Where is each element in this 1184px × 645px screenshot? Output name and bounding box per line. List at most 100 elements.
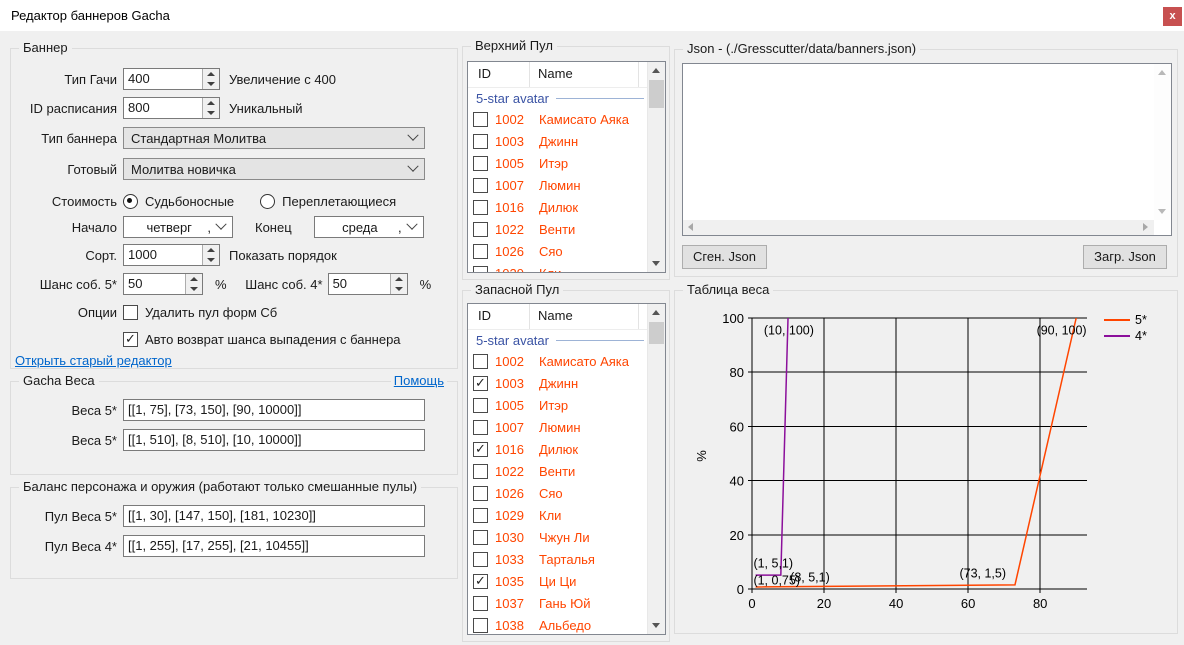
item-checkbox[interactable] — [473, 596, 488, 611]
list-item[interactable]: 1026Сяо — [468, 241, 648, 263]
item-checkbox[interactable] — [473, 618, 488, 633]
item-checkbox[interactable] — [473, 530, 488, 545]
list-item[interactable]: 1016Дилюк — [468, 439, 648, 461]
item-checkbox[interactable] — [473, 112, 488, 127]
item-name: Ци Ци — [539, 574, 576, 589]
pool-weights5-input[interactable]: [[1, 30], [147, 150], [181, 10230]] — [123, 505, 425, 527]
item-checkbox[interactable] — [473, 354, 488, 369]
auto-return-checkbox[interactable] — [123, 332, 138, 347]
item-checkbox[interactable] — [473, 156, 488, 171]
scroll-up-icon[interactable] — [648, 304, 665, 321]
spin-down-icon[interactable] — [203, 108, 219, 118]
list-item[interactable]: 1038Альбедо — [468, 615, 648, 634]
item-checkbox[interactable] — [473, 508, 488, 523]
list-item[interactable]: 1022Венти — [468, 219, 648, 241]
list-item[interactable]: 1003Джинн — [468, 373, 648, 395]
json-content[interactable] — [685, 66, 1152, 218]
list-item[interactable]: 1029Кли — [468, 263, 648, 272]
cost-radio-fate[interactable] — [123, 194, 138, 209]
gacha-type-input[interactable]: 400 — [123, 68, 220, 90]
remove-pool-checkbox[interactable] — [123, 305, 138, 320]
item-checkbox[interactable] — [473, 178, 488, 193]
pool-weights4-input[interactable]: [[1, 255], [17, 255], [21, 10455]] — [123, 535, 425, 557]
item-checkbox[interactable] — [473, 464, 488, 479]
spin-up-icon[interactable] — [391, 274, 407, 284]
banner-type-select[interactable]: Стандартная Молитва — [123, 127, 425, 149]
weights5b-input[interactable]: [[1, 510], [8, 510], [10, 10000]] — [123, 429, 425, 451]
old-editor-link[interactable]: Открыть старый редактор — [15, 353, 172, 368]
chance5-spinner[interactable] — [185, 274, 202, 294]
gacha-type-spinner[interactable] — [202, 69, 219, 89]
list-item[interactable]: 1007Люмин — [468, 417, 648, 439]
close-button[interactable]: x — [1163, 7, 1182, 26]
schedule-id-input[interactable]: 800 — [123, 97, 220, 119]
item-checkbox[interactable] — [473, 398, 488, 413]
schedule-id-spinner[interactable] — [202, 98, 219, 118]
list-item[interactable]: 1026Сяо — [468, 483, 648, 505]
list-item[interactable]: 1030Чжун Ли — [468, 527, 648, 549]
list-item[interactable]: 1033Тарталья — [468, 549, 648, 571]
list-item[interactable]: 1002Камисато Аяка — [468, 351, 648, 373]
help-link[interactable]: Помощь — [391, 373, 447, 388]
chance4-spinner[interactable] — [390, 274, 407, 294]
load-json-button[interactable]: Загр. Json — [1083, 245, 1167, 269]
sort-spinner[interactable] — [202, 245, 219, 265]
item-checkbox[interactable] — [473, 420, 488, 435]
scroll-thumb[interactable] — [649, 80, 664, 108]
scroll-left-icon[interactable] — [683, 220, 699, 235]
list-item[interactable]: 1005Итэр — [468, 395, 648, 417]
upper-pool-list[interactable]: ID Name 5-star avatar 1002Камисато Аяка1… — [467, 61, 666, 273]
list-item[interactable]: 1029Кли — [468, 505, 648, 527]
spin-up-icon[interactable] — [203, 69, 219, 79]
item-checkbox[interactable] — [473, 200, 488, 215]
item-checkbox[interactable] — [473, 244, 488, 259]
list-item[interactable]: 1002Камисато Аяка — [468, 109, 648, 131]
list-item[interactable]: 1022Венти — [468, 461, 648, 483]
sort-input[interactable]: 1000 — [123, 244, 220, 266]
spin-down-icon[interactable] — [203, 79, 219, 89]
item-checkbox[interactable] — [473, 134, 488, 149]
item-checkbox[interactable] — [473, 552, 488, 567]
spin-down-icon[interactable] — [203, 255, 219, 265]
item-checkbox[interactable] — [473, 266, 488, 272]
reserve-pool-list[interactable]: ID Name 5-star avatar 1002Камисато Аяка1… — [467, 303, 666, 635]
item-checkbox[interactable] — [473, 442, 488, 457]
spin-down-icon[interactable] — [391, 284, 407, 294]
json-hscrollbar[interactable] — [683, 220, 1154, 235]
item-checkbox[interactable] — [473, 486, 488, 501]
list-item[interactable]: 1035Ци Ци — [468, 571, 648, 593]
list-item[interactable]: 1037Гань Юй — [468, 593, 648, 615]
scroll-down-icon[interactable] — [648, 617, 665, 634]
scrollbar[interactable] — [647, 304, 665, 634]
end-day-select[interactable]: среда , — [314, 216, 424, 238]
spin-up-icon[interactable] — [203, 98, 219, 108]
list-item[interactable]: 1003Джинн — [468, 131, 648, 153]
item-checkbox[interactable] — [473, 376, 488, 391]
cost-radio-intertwined[interactable] — [260, 194, 275, 209]
banner-type-label: Тип баннера — [11, 131, 117, 146]
weights5-input[interactable]: [[1, 75], [73, 150], [90, 10000]] — [123, 399, 425, 421]
scroll-thumb[interactable] — [649, 322, 664, 344]
prefab-select[interactable]: Молитва новичка — [123, 158, 425, 180]
scroll-up-icon[interactable] — [648, 62, 665, 79]
chance5-input[interactable]: 50 — [123, 273, 203, 295]
item-checkbox[interactable] — [473, 574, 488, 589]
list-item[interactable]: 1007Люмин — [468, 175, 648, 197]
spin-up-icon[interactable] — [203, 245, 219, 255]
scroll-down-icon[interactable] — [1154, 203, 1171, 220]
json-vscrollbar[interactable] — [1154, 64, 1171, 220]
scroll-up-icon[interactable] — [1154, 64, 1171, 81]
list-item[interactable]: 1016Дилюк — [468, 197, 648, 219]
spin-up-icon[interactable] — [186, 274, 202, 284]
scroll-right-icon[interactable] — [1138, 220, 1154, 235]
spin-down-icon[interactable] — [186, 284, 202, 294]
item-checkbox[interactable] — [473, 222, 488, 237]
sort-value: 1000 — [124, 245, 202, 265]
generate-json-button[interactable]: Сген. Json — [682, 245, 767, 269]
list-item[interactable]: 1005Итэр — [468, 153, 648, 175]
json-textarea[interactable] — [682, 63, 1172, 236]
chance4-input[interactable]: 50 — [328, 273, 408, 295]
start-day-select[interactable]: четверг , — [123, 216, 233, 238]
scroll-down-icon[interactable] — [648, 255, 665, 272]
scrollbar[interactable] — [647, 62, 665, 272]
